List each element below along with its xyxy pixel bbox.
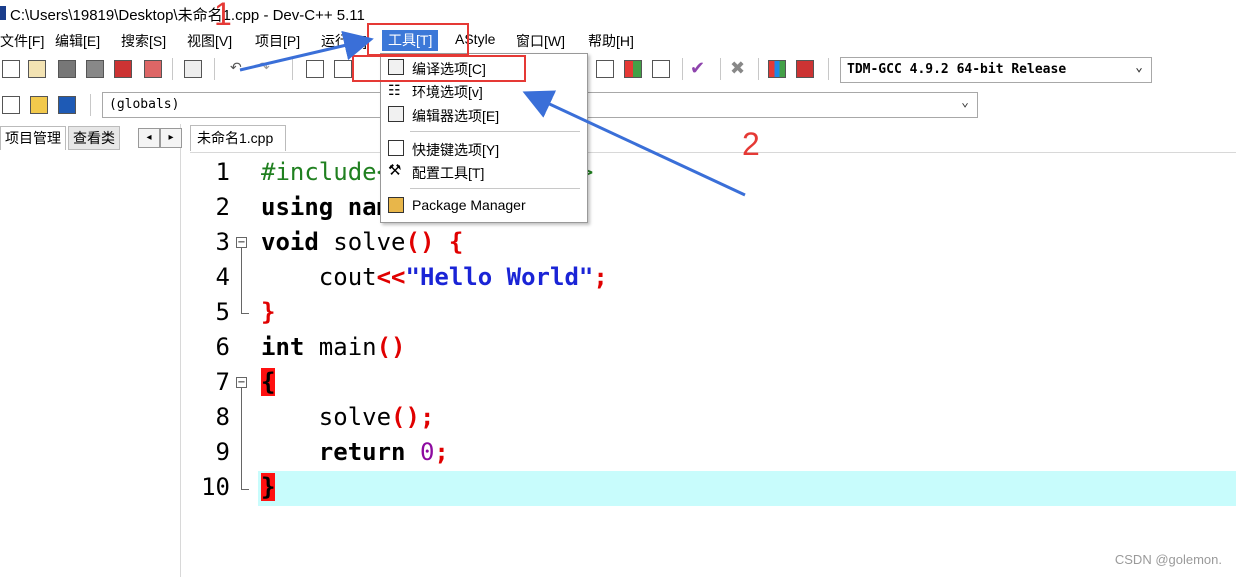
annotation-arrow-1 [239, 30, 374, 72]
annotation-arrows [239, 30, 746, 197]
annotation-arrow-2 [522, 90, 746, 197]
watermark: CSDN @golemon. [1114, 552, 1222, 567]
